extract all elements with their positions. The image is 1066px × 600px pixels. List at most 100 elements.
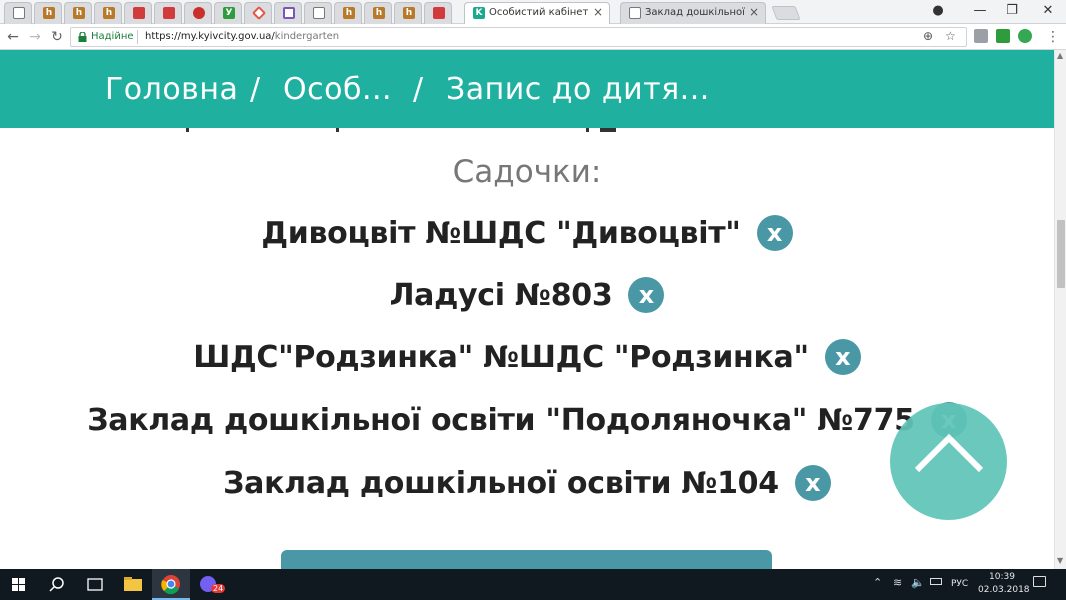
tab-title: Заклад дошкільної освіти	[645, 7, 745, 18]
url-text[interactable]: https://my.kyivcity.gov.ua/kindergarten	[145, 31, 339, 42]
tray-chevron-up-icon[interactable]: ⌃	[873, 576, 882, 589]
forward-icon[interactable]: →	[26, 28, 44, 46]
pinned-tab[interactable]	[184, 2, 212, 24]
remove-kindergarten-button[interactable]: x	[824, 339, 861, 375]
kindergarten-name: Ладусі №803	[389, 277, 613, 313]
bookmark-star-icon[interactable]: ☆	[945, 29, 956, 43]
close-tab-icon[interactable]: ×	[593, 5, 603, 19]
tab-active[interactable]: K Особистий кабінет киян ×	[464, 2, 610, 24]
clock-date[interactable]: 02.03.2018	[978, 585, 1030, 595]
text-fragment	[336, 128, 339, 132]
pinned-tab[interactable]: h	[64, 2, 92, 24]
shield-extension-icon[interactable]	[1018, 29, 1032, 43]
pinned-tab[interactable]: h	[364, 2, 392, 24]
file-explorer-button[interactable]	[114, 569, 152, 600]
lock-icon	[78, 32, 87, 42]
battery-icon[interactable]	[930, 578, 942, 585]
kindergarten-item: Ладусі №803 x	[0, 277, 1054, 317]
pinned-tab[interactable]: У	[214, 2, 242, 24]
document-icon	[629, 7, 641, 19]
restore-button[interactable]: ❐	[998, 2, 1026, 20]
menu-dots-icon[interactable]: ⋮	[1044, 28, 1062, 46]
windows-taskbar: 24 ⌃ ≋ 🔈 РУС 10:39 02.03.2018	[0, 569, 1066, 600]
wifi-icon[interactable]: ≋	[893, 576, 902, 589]
kindergarten-item: Дивоцвіт №ШДС "Дивоцвіт" x	[0, 215, 1054, 255]
tab-title: Особистий кабінет киян	[489, 7, 589, 18]
extension-green-icon[interactable]	[996, 29, 1010, 43]
pinned-tab[interactable]: h	[34, 2, 62, 24]
pinned-tab[interactable]	[4, 2, 32, 24]
pinned-tab[interactable]	[154, 2, 182, 24]
chrome-taskbar-button[interactable]	[152, 569, 190, 600]
remove-kindergarten-button[interactable]: x	[794, 465, 831, 501]
close-window-button[interactable]: ✕	[1034, 2, 1062, 20]
minimize-button[interactable]: —	[966, 2, 994, 20]
pinned-tab[interactable]	[244, 2, 272, 24]
task-view-button[interactable]	[76, 569, 114, 600]
u-site-icon: У	[223, 7, 235, 19]
reload-icon[interactable]: ↻	[48, 28, 66, 46]
document-icon	[13, 7, 25, 19]
browser-toolbar: ← → ↻ Надійне https://my.kyivcity.gov.ua…	[0, 24, 1066, 50]
h-site-icon: h	[343, 7, 355, 19]
text-fragment	[586, 128, 589, 132]
scroll-up-arrow-icon[interactable]: ▲	[1057, 51, 1063, 60]
square-icon	[283, 7, 295, 19]
scrollbar-thumb[interactable]	[1057, 220, 1065, 288]
url-host: https://my.kyivcity.gov.ua/	[145, 31, 275, 42]
plug-icon	[163, 7, 175, 19]
text-fragment	[186, 128, 189, 132]
plug-icon	[133, 7, 145, 19]
back-icon[interactable]: ←	[4, 28, 22, 46]
address-bar[interactable]: Надійне https://my.kyivcity.gov.ua/kinde…	[70, 27, 967, 47]
close-tab-icon[interactable]: ×	[749, 5, 759, 19]
scroll-down-arrow-icon[interactable]: ▼	[1057, 556, 1063, 565]
folder-icon	[124, 577, 142, 591]
pinned-tab[interactable]	[274, 2, 302, 24]
h-site-icon: h	[43, 7, 55, 19]
pinned-tab[interactable]	[424, 2, 452, 24]
h-site-icon: h	[373, 7, 385, 19]
browser-tab-strip: h h h У h h h K Особистий кабінет киян ×…	[0, 0, 1066, 24]
kindergarten-item: ШДС"Родзинка" №ШДС "Родзинка" x	[0, 339, 1054, 379]
clock-time[interactable]: 10:39	[989, 572, 1015, 582]
volume-icon[interactable]: 🔈	[911, 576, 925, 589]
url-path: kindergarten	[274, 31, 340, 42]
breadcrumb-cabinet[interactable]: Особ...	[283, 72, 392, 107]
h-site-icon: h	[103, 7, 115, 19]
apple-icon	[193, 7, 205, 19]
pinned-tab[interactable]: h	[394, 2, 422, 24]
profile-icon[interactable]: ●	[924, 2, 952, 20]
zoom-icon[interactable]: ⊕	[923, 29, 933, 43]
extension-icon[interactable]	[974, 29, 988, 43]
scroll-to-top-button[interactable]	[890, 403, 1007, 520]
plug-icon	[433, 7, 445, 19]
submit-button[interactable]	[281, 550, 772, 569]
start-button[interactable]	[0, 569, 38, 600]
page-header: Головна / Особ... / Запис до дитя...	[0, 50, 1054, 128]
breadcrumb-home[interactable]: Головна	[105, 72, 238, 107]
page-scrollbar[interactable]: ▲ ▼	[1054, 50, 1066, 569]
viber-badge: 24	[211, 584, 226, 593]
pinned-tab[interactable]	[124, 2, 152, 24]
breadcrumb-separator: /	[413, 72, 424, 107]
windows-logo-icon	[12, 578, 25, 591]
tab-second[interactable]: Заклад дошкільної освіти ×	[620, 2, 766, 24]
search-icon	[49, 577, 64, 592]
chevron-up-icon	[914, 433, 984, 473]
new-tab-button[interactable]	[771, 6, 801, 20]
pinned-tab[interactable]	[304, 2, 332, 24]
pinned-tab[interactable]: h	[334, 2, 362, 24]
language-indicator[interactable]: РУС	[951, 579, 968, 589]
pinned-tab[interactable]: h	[94, 2, 122, 24]
remove-kindergarten-button[interactable]: x	[628, 277, 665, 313]
viber-taskbar-button[interactable]: 24	[190, 569, 228, 600]
kyiv-k-icon: K	[473, 7, 485, 19]
text-fragment	[600, 128, 616, 132]
document-icon	[313, 7, 325, 19]
search-button[interactable]	[38, 569, 76, 600]
notifications-icon[interactable]	[1033, 576, 1046, 587]
remove-kindergarten-button[interactable]: x	[756, 215, 793, 251]
task-view-icon	[87, 578, 103, 591]
kindergarten-name: Заклад дошкільної освіти №104	[223, 465, 779, 501]
